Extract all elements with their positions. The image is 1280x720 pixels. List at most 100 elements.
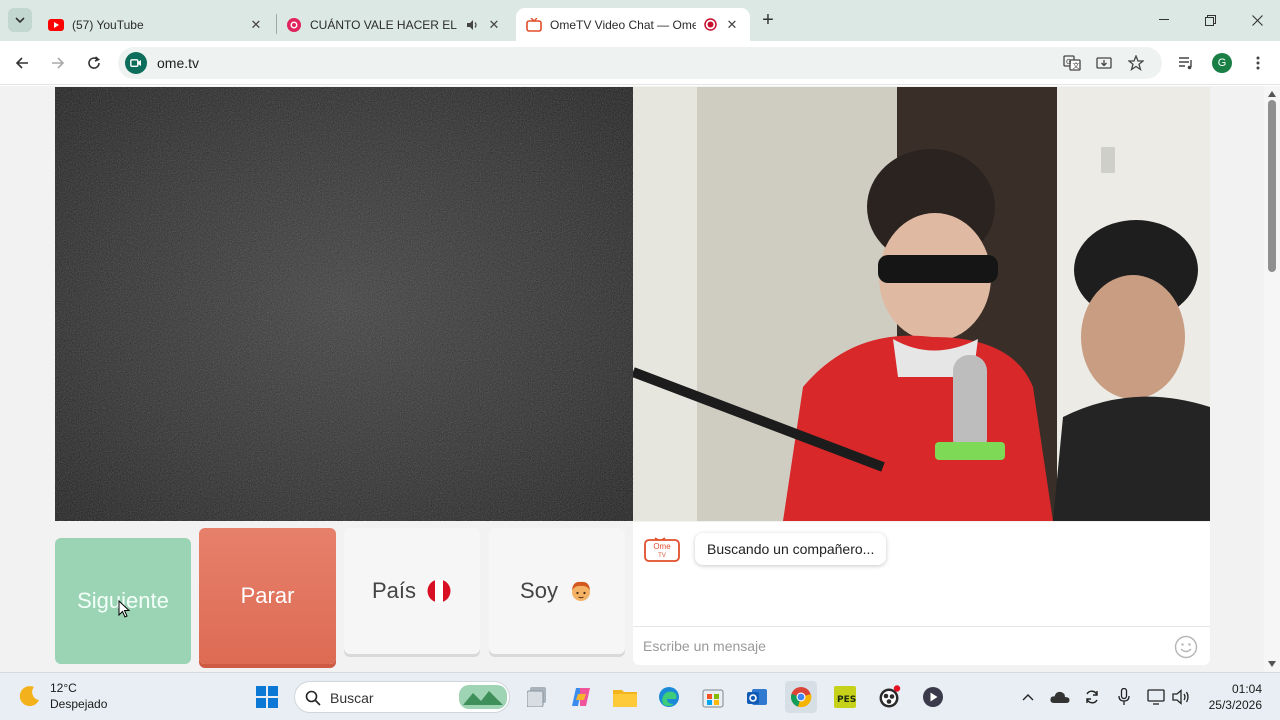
translate-icon: G文: [1063, 55, 1081, 71]
youtube-icon: [48, 17, 64, 33]
chrome-icon: [791, 687, 812, 708]
search-label: Buscar: [330, 690, 374, 706]
svg-text:G: G: [1066, 58, 1071, 66]
tab-title: OmeTV Video Chat — Omegle: [550, 17, 696, 32]
browser-toolbar: ome.tv G文: [0, 41, 1280, 85]
sync-icon: [1086, 690, 1098, 704]
search-highlight-icon: [459, 685, 507, 709]
scroll-down-icon[interactable]: [1267, 660, 1277, 668]
weather-temp: 12°C: [50, 681, 77, 695]
tab-search-button[interactable]: [8, 8, 32, 32]
weather-widget[interactable]: 12°C Despejado: [18, 680, 107, 712]
pes-game-app[interactable]: PES: [829, 681, 861, 713]
back-button[interactable]: [8, 49, 36, 77]
clock-date: 25/3/2026: [1208, 698, 1262, 712]
network-tray[interactable]: [1146, 687, 1166, 707]
chrome-app[interactable]: [785, 681, 817, 713]
star-icon: [1128, 55, 1144, 71]
minimize-icon: [1159, 19, 1169, 20]
microphone-icon: [1118, 688, 1130, 705]
reload-button[interactable]: [80, 49, 108, 77]
chat-input-bar: [633, 626, 1210, 665]
system-clock[interactable]: 01:04 25/3/2026: [1209, 681, 1262, 713]
country-filter-button[interactable]: País: [344, 528, 480, 654]
status-message: Buscando un compañero...: [695, 533, 887, 565]
close-icon[interactable]: ✕: [486, 17, 502, 33]
moon-icon: [19, 686, 39, 707]
obs-icon: [879, 685, 901, 708]
start-button[interactable]: [251, 681, 283, 713]
windows-logo-icon: [256, 686, 278, 708]
network-icon: [1147, 689, 1165, 705]
gender-filter-button[interactable]: Soy: [489, 528, 625, 654]
install-app-button[interactable]: [1092, 51, 1116, 75]
store-app[interactable]: [697, 681, 729, 713]
playlist-icon: [1179, 57, 1192, 70]
microphone-tray[interactable]: [1114, 687, 1134, 707]
media-player-app[interactable]: [917, 681, 949, 713]
menu-button[interactable]: [1246, 51, 1270, 75]
tab-youtube[interactable]: (57) YouTube ✕: [38, 8, 274, 41]
close-icon[interactable]: ✕: [724, 17, 740, 33]
stop-button[interactable]: Parar: [199, 528, 336, 664]
speaker-icon: [1172, 689, 1189, 705]
minimize-button[interactable]: [1141, 8, 1187, 32]
smiley-icon[interactable]: [1174, 635, 1198, 659]
url-text: ome.tv: [157, 55, 200, 71]
weather-condition: Despejado: [50, 697, 108, 711]
tab-ometv[interactable]: OmeTV Video Chat — Omegle ✕: [516, 8, 750, 41]
svg-text:文: 文: [1073, 61, 1080, 70]
next-button[interactable]: Siguiente: [55, 538, 191, 664]
tab-cuanto-vale[interactable]: CUÁNTO VALE HACER EL AMOR ✕: [276, 8, 512, 41]
speaker-icon[interactable]: [464, 17, 480, 33]
restore-icon: [1204, 14, 1216, 26]
mouse-cursor-icon: [118, 600, 130, 618]
restore-button[interactable]: [1187, 8, 1233, 32]
folder-icon: [613, 690, 637, 707]
window-close-button[interactable]: [1234, 8, 1280, 32]
outlook-app[interactable]: [741, 681, 773, 713]
taskview-icon: [527, 687, 546, 707]
volume-tray[interactable]: [1171, 687, 1191, 707]
bookmark-button[interactable]: [1124, 51, 1148, 75]
copilot-app[interactable]: [565, 681, 597, 713]
message-input[interactable]: [643, 635, 1163, 657]
forward-button[interactable]: [44, 49, 72, 77]
media-controls-button[interactable]: [1174, 51, 1198, 75]
new-tab-button[interactable]: +: [758, 9, 778, 31]
tab-title: (57) YouTube: [72, 17, 144, 32]
taskbar-search[interactable]: Buscar: [294, 681, 510, 713]
outlook-icon: [747, 689, 767, 705]
scrollbar-thumb[interactable]: [1268, 100, 1276, 272]
chevron-down-icon: [15, 17, 25, 23]
page-scrollbar[interactable]: [1264, 86, 1280, 672]
static-noise: [55, 87, 633, 521]
address-bar[interactable]: ome.tv: [118, 47, 1162, 79]
arrow-left-icon: [15, 57, 28, 69]
sync-tray[interactable]: [1082, 687, 1102, 707]
site-info-icon[interactable]: [125, 52, 147, 74]
search-icon: [305, 690, 321, 706]
gender-label: Soy: [520, 578, 558, 603]
partner-video-static: [55, 87, 633, 521]
tab-title: CUÁNTO VALE HACER EL AMOR: [310, 17, 458, 32]
boy-emoji-icon: [568, 578, 594, 604]
file-explorer-app[interactable]: [609, 681, 641, 713]
close-icon[interactable]: ✕: [248, 17, 264, 33]
translate-button[interactable]: G文: [1060, 51, 1084, 75]
taskview-app[interactable]: [522, 681, 554, 713]
scroll-up-icon[interactable]: [1267, 90, 1277, 98]
profile-avatar[interactable]: G: [1212, 53, 1232, 73]
chevron-up-icon: [1022, 693, 1034, 700]
tray-overflow-button[interactable]: [1018, 687, 1038, 707]
chat-panel: Ome TV Buscando un compañero...: [633, 522, 1210, 665]
peru-flag-icon: [426, 578, 452, 604]
ometv-logo: Ome TV: [644, 534, 680, 562]
svg-text:Ome: Ome: [653, 542, 671, 551]
onedrive-tray[interactable]: [1050, 687, 1070, 707]
self-camera-video: [633, 87, 1210, 521]
edge-app[interactable]: [653, 681, 685, 713]
obs-app[interactable]: [873, 681, 905, 713]
store-icon: [702, 689, 724, 708]
svg-text:PES: PES: [837, 695, 856, 705]
